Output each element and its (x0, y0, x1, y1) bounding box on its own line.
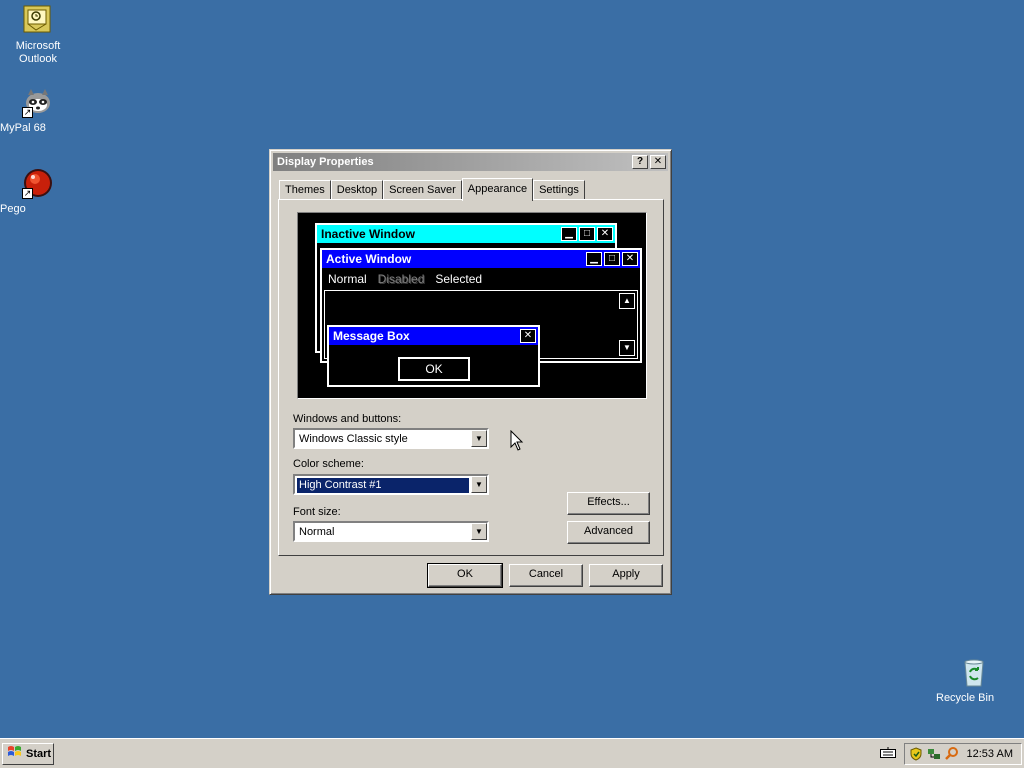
scroll-down-icon: ▼ (619, 340, 635, 356)
color-scheme-select[interactable]: High Contrast #1 ▼ (293, 474, 489, 495)
desktop-icon-mypal[interactable]: ↗ MyPal 68 (0, 86, 76, 134)
chevron-down-icon[interactable]: ▼ (471, 523, 487, 540)
display-properties-window: Display Properties ? ✕ Themes Desktop Sc… (269, 149, 672, 595)
font-size-value: Normal (299, 526, 335, 538)
maximize-icon: □ (579, 227, 595, 241)
outlook-icon (22, 4, 54, 36)
network-icon[interactable] (927, 747, 941, 761)
effects-button[interactable]: Effects... (567, 492, 650, 515)
start-label: Start (26, 748, 52, 760)
cancel-button[interactable]: Cancel (509, 564, 583, 587)
preview-message-title: Message Box (333, 329, 410, 343)
desktop-icon-recycle-bin[interactable]: Recycle Bin (936, 656, 1012, 704)
ok-button[interactable]: OK (427, 563, 503, 588)
minimize-icon: ▁ (586, 252, 602, 266)
close-icon: ✕ (597, 227, 613, 241)
tab-desktop[interactable]: Desktop (330, 180, 384, 200)
preview-ok-button: OK (398, 357, 470, 381)
preview-menu-bar: Normal Disabled Selected (328, 272, 482, 286)
windows-buttons-label: Windows and buttons: (293, 413, 402, 425)
tab-screen-saver[interactable]: Screen Saver (383, 180, 462, 200)
preview-inactive-titlebar: Inactive Window ▁ □ ✕ (317, 225, 615, 243)
chevron-down-icon[interactable]: ▼ (471, 476, 487, 493)
recycle-bin-icon (958, 656, 990, 688)
tab-settings[interactable]: Settings (533, 180, 585, 200)
clock[interactable]: 12:53 AM (967, 748, 1013, 760)
tab-themes[interactable]: Themes (279, 180, 331, 200)
font-size-label: Font size: (293, 506, 341, 518)
preview-active-titlebar: Active Window ▁ □ ✕ (322, 250, 640, 268)
close-button[interactable]: ✕ (650, 155, 666, 169)
help-button[interactable]: ? (632, 155, 648, 169)
font-size-select[interactable]: Normal ▼ (293, 521, 489, 542)
preview-inactive-title: Inactive Window (321, 227, 415, 241)
apply-button[interactable]: Apply (589, 564, 663, 587)
preview-active-title: Active Window (326, 252, 412, 266)
minimize-icon: ▁ (561, 227, 577, 241)
raccoon-icon: ↗ (22, 86, 54, 118)
start-button[interactable]: Start (2, 743, 54, 765)
preview-message-box: Message Box ✕ OK (327, 325, 540, 387)
tab-appearance[interactable]: Appearance (461, 178, 534, 201)
system-tray: 12:53 AM (904, 743, 1022, 765)
window-titlebar[interactable]: Display Properties ? ✕ (273, 153, 668, 171)
desktop-icon-label: Pego (0, 203, 26, 215)
color-scheme-value: High Contrast #1 (296, 477, 470, 494)
tab-strip: Themes Desktop Screen Saver Appearance S… (279, 178, 585, 201)
desktop-icon-pego[interactable]: ↗ Pego (0, 167, 76, 215)
window-title: Display Properties (277, 156, 374, 168)
shortcut-arrow-icon: ↗ (22, 107, 33, 118)
color-scheme-label: Color scheme: (293, 458, 364, 470)
preview-menu-disabled: Disabled (377, 272, 425, 286)
shortcut-arrow-icon: ↗ (22, 188, 33, 199)
windows-logo-icon (7, 745, 23, 763)
advanced-button[interactable]: Advanced (567, 521, 650, 544)
windows-buttons-value: Windows Classic style (299, 433, 408, 445)
search-icon[interactable] (945, 747, 959, 761)
pego-icon: ↗ (22, 167, 54, 199)
preview-message-titlebar: Message Box ✕ (329, 327, 538, 345)
appearance-preview: Inactive Window ▁ □ ✕ Active Window ▁ □ … (297, 212, 647, 399)
desktop-icon-label: Microsoft Outlook (15, 40, 61, 65)
maximize-icon: □ (604, 252, 620, 266)
keyboard-icon[interactable] (880, 747, 896, 759)
close-icon: ✕ (622, 252, 638, 266)
desktop-icon-label: MyPal 68 (0, 122, 46, 134)
desktop-icon-label: Recycle Bin (936, 692, 995, 704)
preview-menu-selected: Selected (435, 272, 483, 286)
mouse-cursor-icon (510, 429, 524, 452)
close-icon: ✕ (520, 329, 536, 343)
preview-menu-normal: Normal (328, 272, 367, 286)
security-shield-icon[interactable] (909, 747, 923, 761)
preview-scrollbar: ▲ ▼ (619, 293, 635, 356)
appearance-panel: Inactive Window ▁ □ ✕ Active Window ▁ □ … (278, 199, 664, 556)
windows-buttons-select[interactable]: Windows Classic style ▼ (293, 428, 489, 449)
taskbar: Start 12:53 AM (0, 738, 1024, 768)
desktop-icon-outlook[interactable]: Microsoft Outlook (0, 4, 76, 65)
scroll-up-icon: ▲ (619, 293, 635, 309)
chevron-down-icon[interactable]: ▼ (471, 430, 487, 447)
